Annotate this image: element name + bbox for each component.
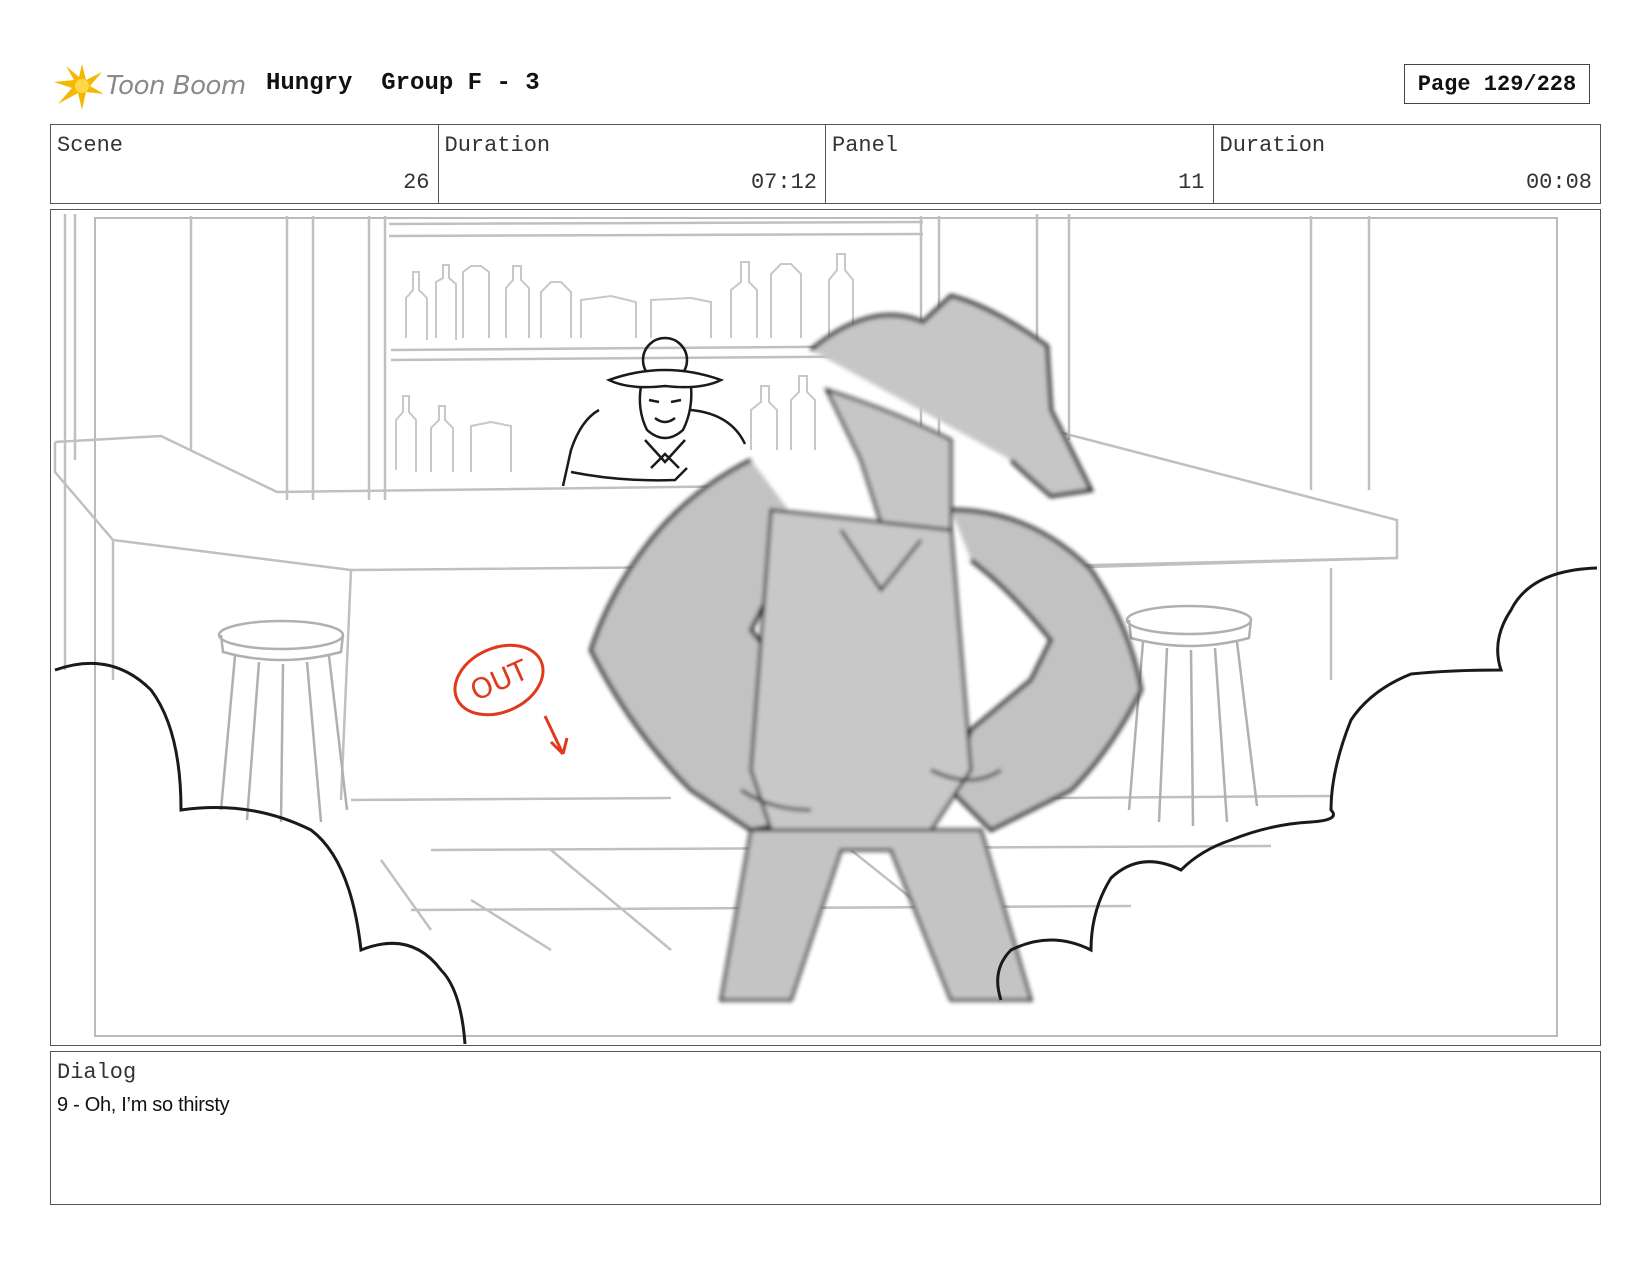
bottles [395,253,854,472]
storyboard-panel: OUT [50,209,1601,1046]
down-arrow-icon [543,715,569,756]
dialog-text: 9 - Oh, I’m so thirsty [57,1094,230,1116]
panel-duration-label: Duration [1219,133,1326,158]
saloon-sketch: OUT [53,214,1598,1044]
scene-cell: Scene 26 [51,125,439,203]
group-name: Group F - 3 [381,70,540,97]
scene-duration-cell: Duration 07:12 [439,125,826,203]
panel-value: 11 [1178,170,1205,195]
scene-label: Scene [57,133,124,158]
panel-label: Panel [832,133,899,158]
panel-cell: Panel 11 [826,125,1214,203]
stool-right [1125,604,1259,827]
scene-duration-label: Duration [444,133,551,158]
out-label: OUT [465,653,534,708]
starburst-icon [54,64,104,110]
bartender [561,336,747,487]
project-name: Hungry [266,70,353,97]
stool-left [217,619,349,823]
dialog-box: Dialog 9 - Oh, I’m so thirsty [50,1051,1601,1205]
info-table: Scene 26 Duration 07:12 Panel 11 Duratio… [50,124,1601,204]
logo-text: Toon Boom [106,71,246,101]
project-title: Hungry Group F - 3 [266,70,540,97]
panel-duration-cell: Duration 00:08 [1214,125,1601,203]
page-indicator: Page 129/228 [1404,64,1590,104]
out-annotation: OUT [453,643,569,756]
toon-boom-logo: Toon Boom [52,58,252,114]
panel-duration-value: 00:08 [1525,170,1592,195]
dialog-label: Dialog [57,1060,137,1085]
scene-duration-value: 07:12 [750,170,817,195]
scene-value: 26 [403,170,430,195]
